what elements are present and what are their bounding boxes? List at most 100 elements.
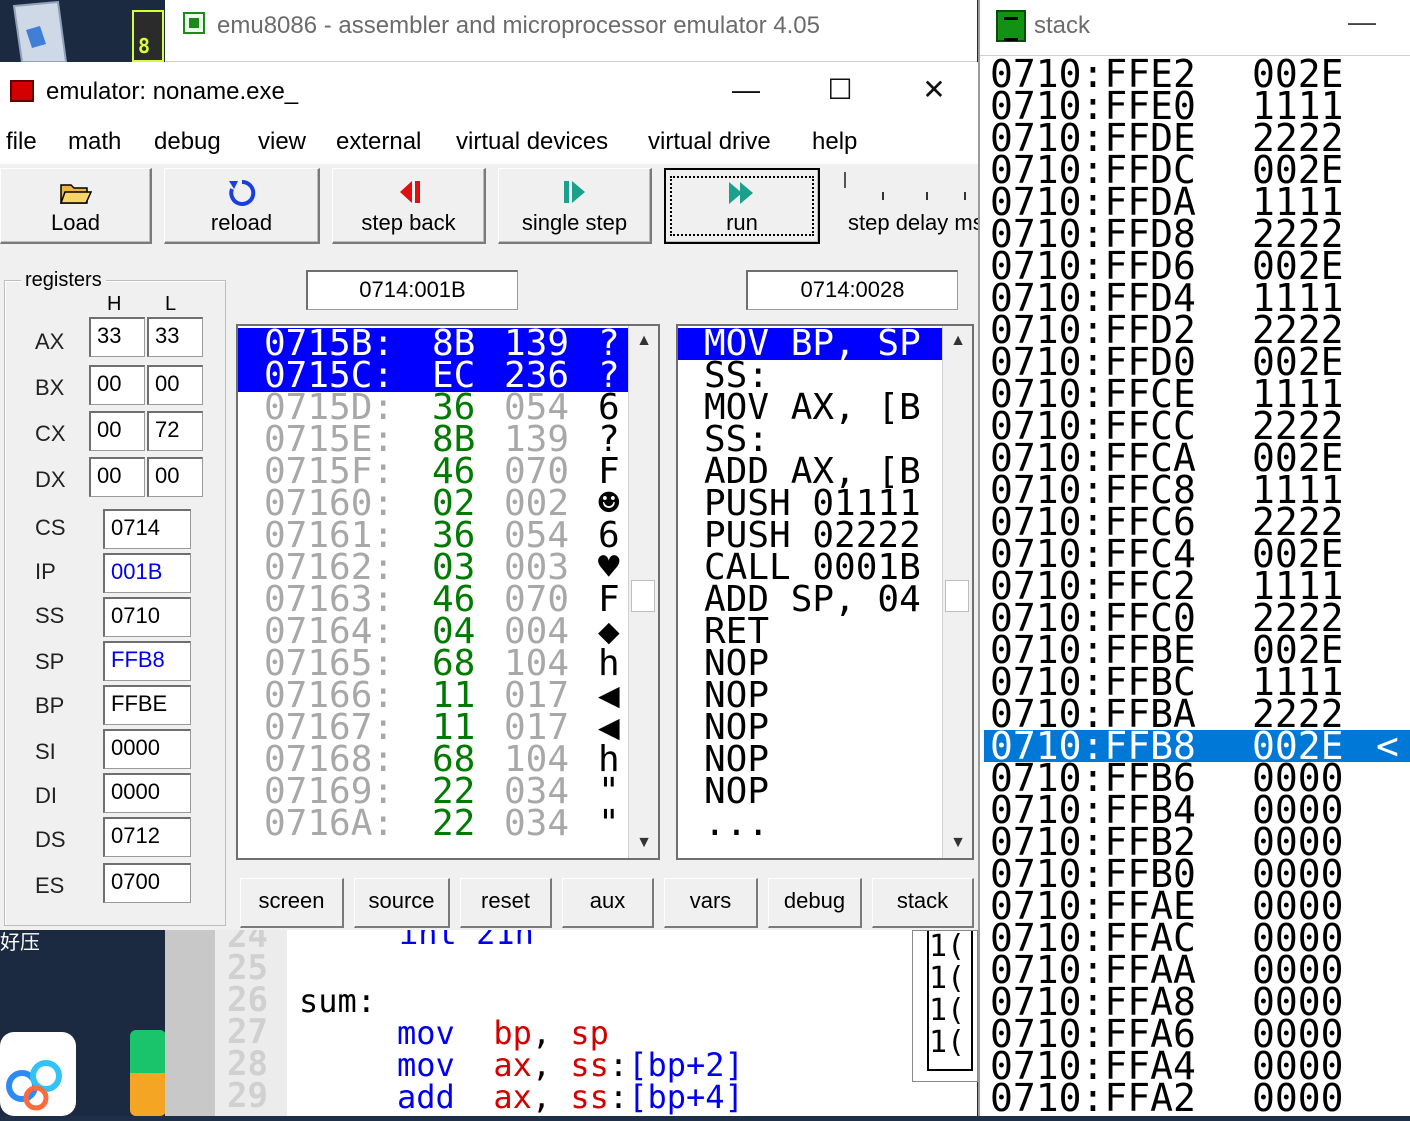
- memory-scrollbar[interactable]: ▲ ▼: [628, 326, 658, 858]
- scroll-down-icon[interactable]: ▼: [943, 828, 972, 858]
- stack-titlebar[interactable]: stack —: [980, 0, 1410, 56]
- stack-address: 0710:FFA2: [990, 1076, 1196, 1116]
- instruction-text: NOP: [704, 712, 770, 744]
- memory-list[interactable]: 0715B: 8B 139? 0715C: EC 236? 0715D: 36 054 6 0715…: [236, 324, 660, 860]
- menu-math[interactable]: math: [68, 128, 121, 156]
- disassembly-row[interactable]: RET: [678, 616, 944, 648]
- single-step-button[interactable]: single step: [498, 168, 652, 244]
- menu-external[interactable]: external: [336, 128, 421, 156]
- disassembly-row[interactable]: NOP: [678, 712, 944, 744]
- disassembly-row[interactable]: NOP: [678, 776, 944, 808]
- vars-button[interactable]: vars: [664, 878, 758, 928]
- reset-button[interactable]: reset: [460, 878, 552, 928]
- slider-tick: [926, 192, 928, 200]
- run-button[interactable]: run: [664, 168, 820, 244]
- reg-sp-field[interactable]: FFB8: [103, 641, 191, 681]
- instruction-text: ADD AX, [B: [704, 456, 921, 488]
- menu-debug[interactable]: debug: [154, 128, 221, 156]
- disassembly-row[interactable]: CALL 0001B: [678, 552, 944, 584]
- recycle-bin-icon[interactable]: [0, 0, 70, 63]
- memory-row[interactable]: 0716A: 22 034 ": [238, 803, 630, 844]
- emulator-titlebar[interactable]: emulator: noname.exe_ — ☐ ✕: [0, 62, 980, 120]
- baidu-netdisk-icon[interactable]: [0, 1032, 76, 1116]
- instruction-text: SS:: [704, 360, 770, 392]
- reg-bl-field[interactable]: 00: [147, 365, 203, 405]
- disassembly-scrollbar[interactable]: ▲ ▼: [942, 326, 972, 858]
- line-number: 29: [227, 1076, 268, 1116]
- disassembly-row[interactable]: NOP: [678, 744, 944, 776]
- reload-button[interactable]: reload: [164, 168, 320, 244]
- scroll-down-icon[interactable]: ▼: [629, 828, 658, 858]
- memory-hex: 22: [432, 803, 476, 844]
- debug-button[interactable]: debug: [768, 878, 862, 928]
- minimize-button[interactable]: —: [1348, 6, 1376, 38]
- side-panel-line: 1(: [929, 931, 966, 964]
- scroll-up-icon[interactable]: ▲: [629, 326, 658, 356]
- load-button[interactable]: Load: [0, 168, 152, 244]
- reg-si-field[interactable]: 0000: [103, 729, 191, 769]
- close-button[interactable]: ✕: [914, 72, 954, 108]
- maximize-button[interactable]: ☐: [820, 72, 860, 108]
- memory-address-input[interactable]: 0714:001B: [306, 270, 518, 310]
- screen-button[interactable]: screen: [240, 878, 344, 928]
- reg-bx-label: BX: [35, 375, 65, 400]
- disassembly-row[interactable]: MOV AX, [B: [678, 392, 944, 424]
- reg-sp-label: SP: [35, 649, 65, 674]
- reg-al-field[interactable]: 33: [147, 317, 203, 357]
- reg-ah-field[interactable]: 33: [89, 317, 145, 357]
- taskbar-app-icon[interactable]: [130, 1030, 166, 1116]
- reg-di-field[interactable]: 0000: [103, 773, 191, 813]
- stack-row[interactable]: 0710:FFA2 0000: [984, 1076, 1410, 1116]
- disassembly-list[interactable]: MOV BP, SP SS: MOV AX, [B SS: ADD AX, [B PUSH…: [676, 324, 974, 860]
- step-delay-slider-thumb[interactable]: [844, 172, 852, 188]
- opcode: add: [397, 1078, 455, 1116]
- aux-button[interactable]: aux: [562, 878, 654, 928]
- disassembly-row[interactable]: SS:: [678, 360, 944, 392]
- reg-dh-field[interactable]: 00: [89, 457, 145, 497]
- reg-ch-field[interactable]: 00: [89, 411, 145, 451]
- reg-es-field[interactable]: 0700: [103, 863, 191, 903]
- reg-bh-field[interactable]: 00: [89, 365, 145, 405]
- disassembly-row[interactable]: MOV BP, SP: [678, 328, 944, 360]
- haozip-desktop-label[interactable]: 好压: [0, 926, 40, 955]
- reg-dl-field[interactable]: 00: [147, 457, 203, 497]
- disassembly-row[interactable]: ADD AX, [B: [678, 456, 944, 488]
- reg-ss-field[interactable]: 0710: [103, 597, 191, 637]
- disassembly-row[interactable]: SS:: [678, 424, 944, 456]
- menu-view[interactable]: view: [258, 128, 306, 156]
- emu8086-desktop-icon[interactable]: 8: [132, 10, 164, 62]
- main-window-title: emu8086 - assembler and microprocessor e…: [217, 12, 820, 39]
- source-editor[interactable]: 24 25 26 27 28 29 int 21h sum: mov bp, s…: [165, 914, 977, 1116]
- high-byte-header: H: [107, 293, 122, 315]
- minimize-button[interactable]: —: [726, 72, 766, 108]
- menu-virtual-drive[interactable]: virtual drive: [648, 128, 771, 156]
- scroll-up-icon[interactable]: ▲: [943, 326, 972, 356]
- scroll-thumb[interactable]: [631, 580, 655, 612]
- menu-help[interactable]: help: [812, 128, 857, 156]
- disassembly-row[interactable]: NOP: [678, 680, 944, 712]
- menu-virtual-devices[interactable]: virtual devices: [456, 128, 608, 156]
- operand: ax: [493, 1078, 532, 1116]
- disassembly-row[interactable]: NOP: [678, 648, 944, 680]
- source-button[interactable]: source: [354, 878, 450, 928]
- disassembly-address-input[interactable]: 0714:0028: [746, 270, 958, 310]
- step-back-button[interactable]: step back: [332, 168, 486, 244]
- reg-cl-field[interactable]: 72: [147, 411, 203, 451]
- menu-file[interactable]: file: [6, 128, 37, 156]
- disassembly-row[interactable]: PUSH 02222: [678, 520, 944, 552]
- reg-bp-field[interactable]: FFBE: [103, 685, 191, 725]
- reg-cs-field[interactable]: 0714: [103, 509, 191, 549]
- reg-ax-label: AX: [35, 329, 65, 354]
- reg-ip-field[interactable]: 001B: [103, 553, 191, 593]
- low-byte-header: L: [165, 293, 177, 315]
- stack-button[interactable]: stack: [872, 878, 974, 928]
- scroll-thumb[interactable]: [945, 580, 969, 612]
- disassembly-row[interactable]: ...: [678, 808, 944, 840]
- slider-tick: [964, 192, 966, 200]
- disassembly-row[interactable]: PUSH 01111: [678, 488, 944, 520]
- reg-ds-field[interactable]: 0712: [103, 817, 191, 857]
- side-panel-line: 1(: [929, 1025, 966, 1060]
- step-back-label: step back: [361, 210, 456, 235]
- disassembly-row[interactable]: ADD SP, 04: [678, 584, 944, 616]
- editor-margin: [165, 930, 215, 1116]
